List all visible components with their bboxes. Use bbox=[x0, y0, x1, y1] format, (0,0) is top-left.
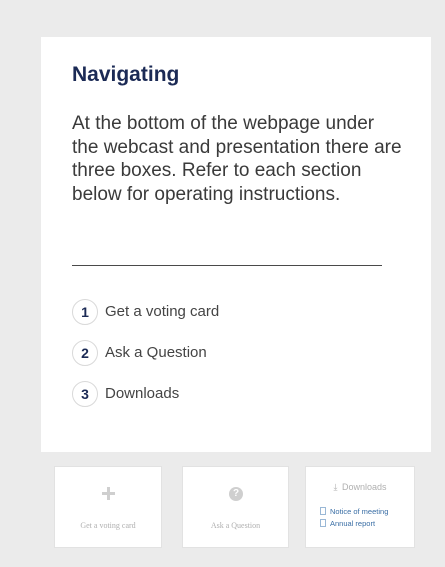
step-item-ask-question[interactable]: 2 Ask a Question bbox=[72, 332, 219, 373]
step-label: Ask a Question bbox=[105, 344, 207, 361]
downloads-title: Downloads bbox=[341, 482, 387, 492]
document-icon bbox=[320, 519, 326, 527]
step-label: Downloads bbox=[105, 385, 180, 402]
downloads-links: Notice of meeting Annual report bbox=[320, 505, 388, 529]
plus-icon bbox=[102, 487, 115, 500]
download-link-notice[interactable]: Notice of meeting bbox=[320, 505, 388, 517]
steps-list: 1 Get a voting card 2 Ask a Question 3 D… bbox=[72, 291, 219, 414]
card-title: Navigating bbox=[72, 63, 180, 86]
download-icon: ⤓ bbox=[333, 482, 338, 492]
navigating-card: Navigating At the bottom of the webpage … bbox=[41, 37, 431, 452]
voting-card-box[interactable]: Get a voting card bbox=[54, 466, 162, 548]
voting-card-label: Get a voting card bbox=[80, 521, 136, 530]
downloads-box: ⤓ Downloads Notice of meeting Annual rep… bbox=[305, 466, 415, 548]
document-icon bbox=[320, 507, 326, 515]
divider bbox=[72, 265, 382, 266]
question-icon: ? bbox=[229, 487, 243, 501]
step-number-badge: 1 bbox=[72, 298, 98, 325]
card-description: At the bottom of the webpage under the w… bbox=[72, 113, 402, 205]
step-item-voting-card[interactable]: 1 Get a voting card bbox=[72, 291, 219, 332]
ask-question-label: Ask a Question bbox=[210, 521, 261, 530]
step-label: Get a voting card bbox=[105, 303, 220, 320]
step-number-badge: 2 bbox=[72, 339, 98, 366]
step-number-badge: 3 bbox=[72, 380, 98, 407]
downloads-header: ⤓ Downloads bbox=[306, 482, 414, 493]
ask-question-box[interactable]: ? Ask a Question bbox=[182, 466, 289, 548]
step-item-downloads[interactable]: 3 Downloads bbox=[72, 373, 219, 414]
download-link-label: Annual report bbox=[330, 518, 376, 528]
feature-boxes: Get a voting card ? Ask a Question ⤓ Dow… bbox=[41, 460, 431, 556]
download-link-label: Notice of meeting bbox=[330, 506, 389, 516]
download-link-annual-report[interactable]: Annual report bbox=[320, 517, 388, 529]
